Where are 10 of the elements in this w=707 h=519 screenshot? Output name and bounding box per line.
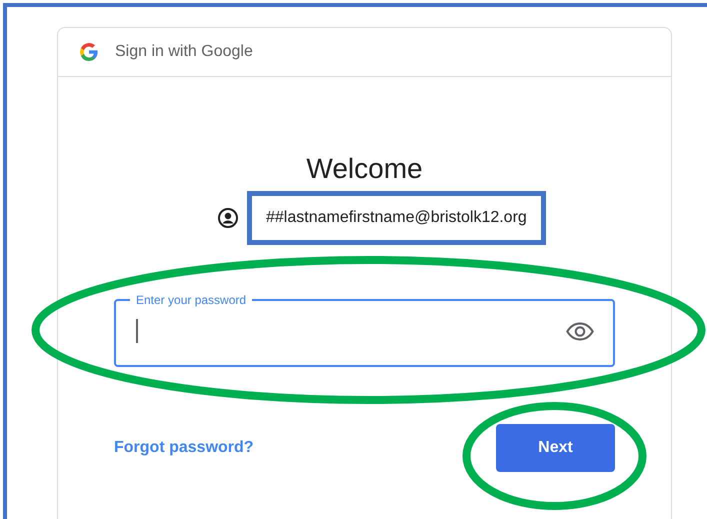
account-icon bbox=[218, 208, 238, 228]
next-button[interactable]: Next bbox=[496, 424, 615, 472]
password-field[interactable]: Enter your password bbox=[114, 293, 615, 367]
account-email: ##lastnamefirstname@bristolk12.org bbox=[247, 191, 546, 245]
eye-icon[interactable] bbox=[565, 322, 595, 340]
welcome-heading: Welcome bbox=[305, 152, 424, 186]
forgot-password-link[interactable]: Forgot password? bbox=[114, 439, 254, 457]
header-title: Sign in with Google bbox=[115, 43, 253, 61]
g-logo-icon bbox=[80, 43, 98, 61]
text-cursor bbox=[136, 319, 138, 343]
